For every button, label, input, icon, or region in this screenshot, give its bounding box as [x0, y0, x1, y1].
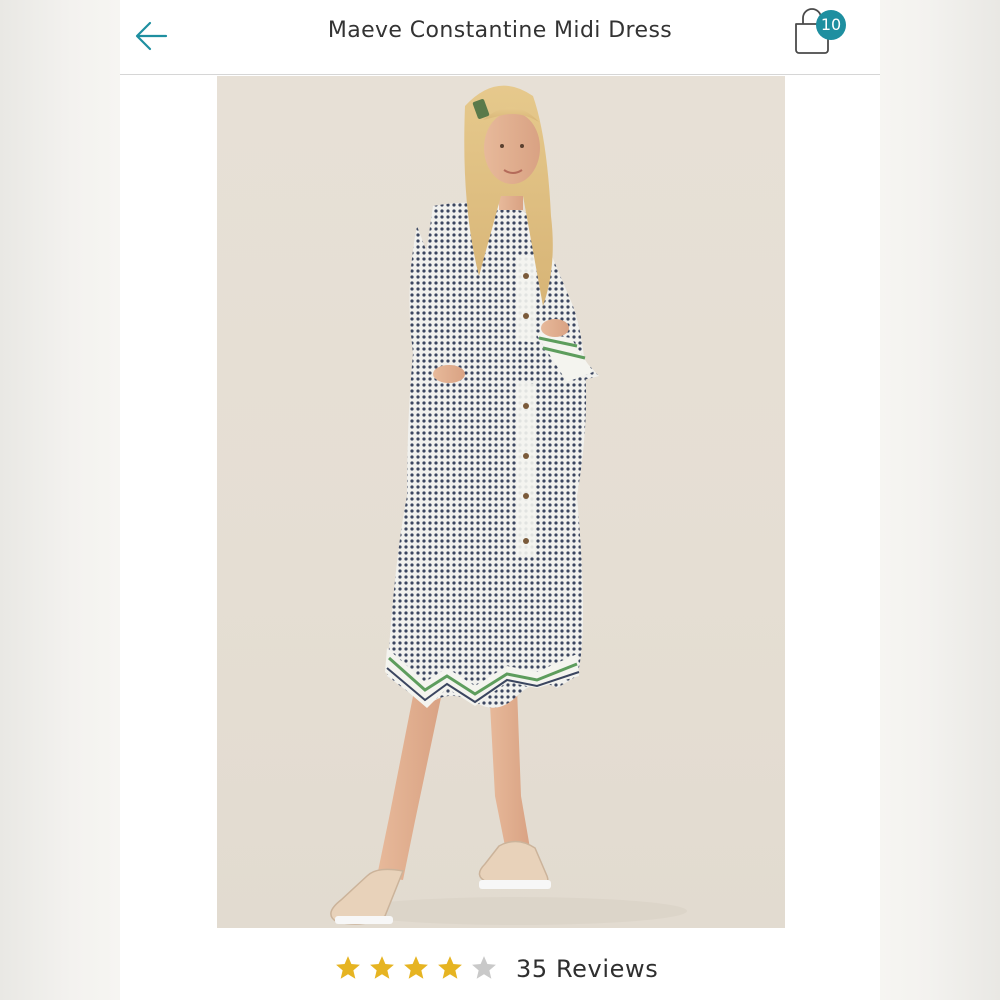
right-backdrop — [880, 0, 1000, 1000]
cart-count-badge: 10 — [816, 10, 846, 40]
product-image[interactable] — [217, 76, 785, 928]
app-screen: Maeve Constantine Midi Dress 10 35 Revie… — [120, 0, 880, 1000]
arrow-left-icon — [135, 21, 168, 51]
rating-row: 35 Reviews — [120, 946, 880, 996]
star-filled-icon — [336, 956, 360, 979]
model-photo — [330, 85, 687, 925]
star-filled-icon — [404, 956, 428, 979]
star-filled-icon — [370, 956, 394, 979]
star-filled-icon — [438, 956, 462, 979]
header-bar: Maeve Constantine Midi Dress 10 — [120, 0, 880, 75]
cart-button[interactable]: 10 — [780, 6, 854, 62]
left-backdrop — [0, 0, 120, 1000]
back-button[interactable] — [130, 14, 174, 58]
star-empty-icon — [472, 956, 496, 979]
reviews-link[interactable]: 35 Reviews — [516, 955, 658, 983]
page-title: Maeve Constantine Midi Dress — [327, 18, 673, 43]
